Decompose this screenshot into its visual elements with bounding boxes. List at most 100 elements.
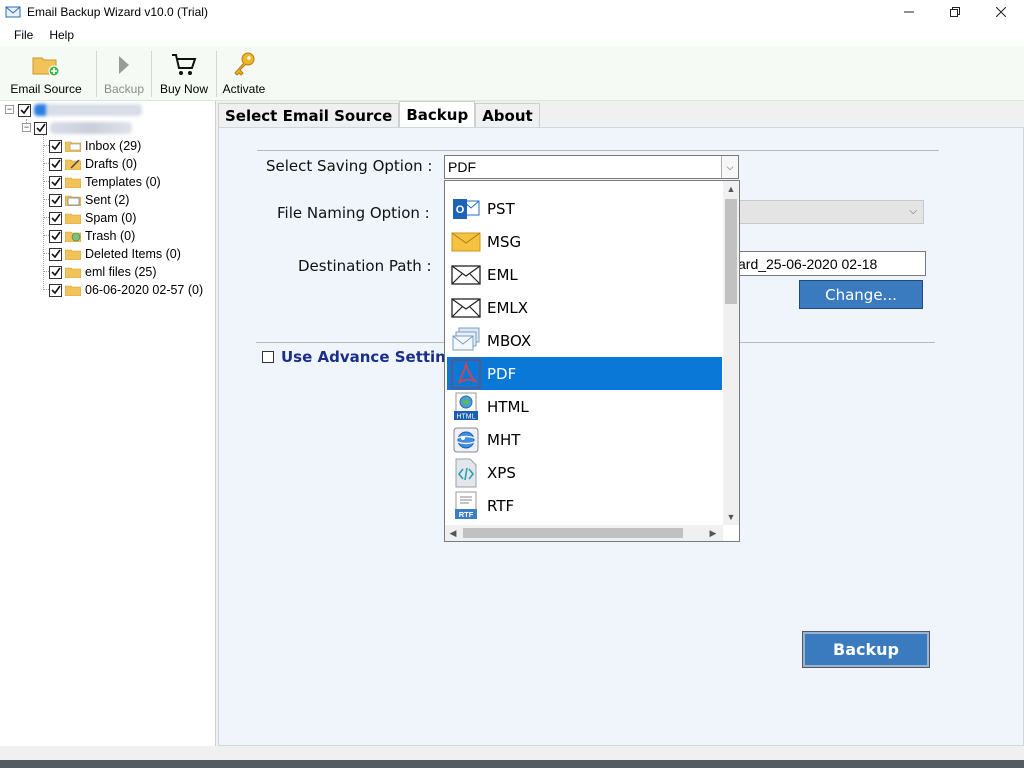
envelope-icon [450, 260, 482, 290]
advance-settings-checkbox[interactable]: Use Advance Settings [262, 348, 466, 366]
option-rtf[interactable]: RTF RTF [447, 489, 722, 522]
tree-item-label: Sent (2) [85, 193, 130, 207]
xps-code-icon [450, 458, 482, 488]
tree-expander[interactable]: − [22, 123, 31, 132]
key-icon [231, 50, 257, 80]
advance-settings-label: Use Advance Settings [281, 348, 466, 366]
checkbox[interactable] [49, 157, 62, 171]
option-label: MBOX [487, 331, 532, 350]
option-label: PDF [487, 364, 517, 383]
inbox-folder-icon [65, 141, 81, 152]
svg-text:O: O [456, 204, 465, 216]
email-source-button[interactable]: Email Source [0, 46, 92, 101]
folder-icon [65, 213, 81, 224]
minimize-button[interactable] [886, 0, 932, 24]
chevron-down-icon[interactable]: ⌵ [721, 156, 738, 178]
checkbox[interactable] [49, 283, 62, 297]
checkbox[interactable] [49, 265, 62, 279]
folder-icon [65, 267, 81, 278]
redacted-subaccount-name [50, 122, 132, 134]
option-label: MHT [487, 430, 521, 449]
sent-folder-icon [65, 195, 81, 206]
backup-toolbar-button[interactable]: Backup [101, 46, 147, 101]
tree-root-account[interactable] [18, 101, 142, 119]
checkbox[interactable] [49, 193, 62, 207]
option-eml[interactable]: EML [447, 258, 722, 291]
tree-item-sent[interactable]: Sent (2) [49, 191, 129, 209]
saving-option-value: PDF [448, 159, 476, 175]
tree-item-label: 06-06-2020 02-57 (0) [85, 283, 204, 297]
toolbar-divider [216, 51, 217, 97]
scroll-right-icon[interactable]: ▶ [705, 525, 721, 541]
scroll-left-icon[interactable]: ◀ [445, 525, 461, 541]
checkbox[interactable] [34, 121, 47, 135]
option-html[interactable]: HTML HTML [447, 390, 722, 423]
option-emlx[interactable]: EMLX [447, 291, 722, 324]
scrollbar-thumb[interactable] [725, 199, 737, 304]
checkbox[interactable] [49, 229, 62, 243]
restore-button[interactable] [932, 0, 978, 24]
outlook-pst-icon: O [450, 194, 482, 224]
checkbox[interactable] [262, 351, 274, 363]
redacted-account-name [34, 104, 142, 116]
saving-option-select[interactable]: PDF ⌵ [444, 155, 739, 179]
tab-select-email-source[interactable]: Select Email Source [218, 103, 400, 127]
drafts-folder-icon [65, 159, 81, 170]
rtf-icon: RTF [450, 491, 482, 521]
folder-tree-panel: − − Inbox (29) Drafts (0) Templates (0) … [0, 101, 216, 746]
tree-item-label: Trash (0) [85, 229, 136, 243]
email-source-label: Email Source [10, 82, 82, 96]
option-mht[interactable]: MHT [447, 423, 722, 456]
folder-icon [65, 285, 81, 296]
envelope-yellow-icon [450, 227, 482, 257]
checkbox[interactable] [49, 175, 62, 189]
tab-about[interactable]: About [475, 103, 540, 127]
option-label: HTML [487, 397, 529, 416]
tab-strip: Select Email Source Backup About [218, 101, 540, 127]
dropdown-vertical-scrollbar[interactable]: ▲ ▼ [723, 181, 739, 525]
tree-item-inbox[interactable]: Inbox (29) [49, 137, 141, 155]
checkbox[interactable] [49, 247, 62, 261]
tab-backup[interactable]: Backup [399, 101, 476, 127]
scroll-down-icon[interactable]: ▼ [723, 509, 739, 525]
folder-add-icon [31, 50, 61, 80]
html-icon: HTML [450, 392, 482, 422]
menu-help[interactable]: Help [41, 28, 82, 42]
destination-path-input[interactable]: ard_25-06-2020 02-18 [735, 251, 926, 276]
close-button[interactable] [978, 0, 1024, 24]
checkbox[interactable] [49, 139, 62, 153]
dropdown-horizontal-scrollbar[interactable]: ◀ ▶ [445, 525, 723, 541]
option-xps[interactable]: XPS [447, 456, 722, 489]
file-naming-select[interactable]: ⌵ [735, 200, 924, 224]
option-pst[interactable]: O PST [447, 192, 722, 225]
tree-item-spam[interactable]: Spam (0) [49, 209, 136, 227]
activate-label: Activate [222, 82, 266, 96]
tree-sub-account[interactable] [34, 119, 132, 137]
tree-item-dated-folder[interactable]: 06-06-2020 02-57 (0) [49, 281, 203, 299]
option-mbox[interactable]: MBOX [447, 324, 722, 357]
tree-item-deleted-items[interactable]: Deleted Items (0) [49, 245, 181, 263]
tree-item-trash[interactable]: Trash (0) [49, 227, 135, 245]
tree-item-label: Inbox (29) [85, 139, 142, 153]
change-path-button[interactable]: Change... [799, 280, 923, 309]
tree-item-drafts[interactable]: Drafts (0) [49, 155, 137, 173]
app-mail-icon [5, 6, 21, 18]
option-label: EML [487, 265, 518, 284]
option-pdf[interactable]: PDF [447, 357, 722, 390]
folder-icon [65, 177, 81, 188]
tree-expander[interactable]: − [5, 105, 14, 114]
scrollbar-thumb[interactable] [463, 528, 683, 538]
tree-item-templates[interactable]: Templates (0) [49, 173, 161, 191]
option-msg[interactable]: MSG [447, 225, 722, 258]
toolbar-divider [96, 51, 97, 97]
checkbox[interactable] [18, 103, 31, 117]
checkbox[interactable] [49, 211, 62, 225]
toolbar: Email Source Backup Buy Now Activate [0, 46, 1024, 101]
buy-now-button[interactable]: Buy Now [156, 46, 212, 101]
tree-item-eml-files[interactable]: eml files (25) [49, 263, 157, 281]
menu-file[interactable]: File [6, 28, 41, 42]
tree-item-label: Templates (0) [85, 175, 161, 189]
activate-button[interactable]: Activate [221, 46, 267, 101]
scroll-up-icon[interactable]: ▲ [723, 181, 739, 197]
backup-button[interactable]: Backup [802, 631, 930, 668]
